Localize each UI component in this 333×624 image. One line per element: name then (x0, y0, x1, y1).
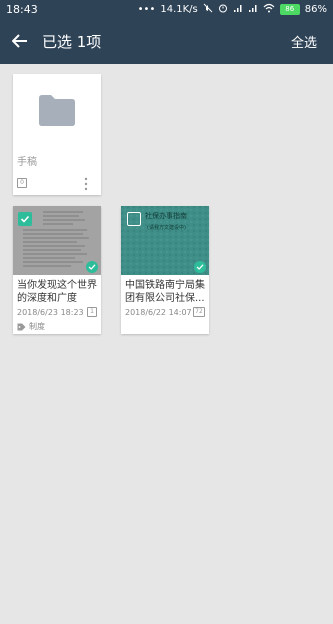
page-title: 已选 1项 (42, 32, 102, 51)
signal-icon (233, 3, 243, 16)
note-tag: 制度 (17, 321, 45, 332)
battery-percent: 86% (304, 3, 327, 15)
status-dots: ••• (137, 3, 156, 15)
mute-icon (203, 3, 213, 16)
note-title: 中国铁路南宁局集团有限公司社保... (125, 280, 205, 304)
alarm-icon (218, 3, 228, 16)
note-page-count-badge: 1 (87, 307, 97, 317)
tag-icon (17, 323, 26, 330)
tag-label: 制度 (29, 322, 45, 331)
network-speed: 14.1K/s (160, 3, 198, 15)
note-page-count-badge: 72 (193, 307, 205, 317)
folder-icon (39, 94, 75, 126)
folder-card[interactable]: 手稿 0 (13, 74, 101, 195)
unselected-checkbox[interactable] (127, 212, 141, 226)
back-arrow-icon[interactable] (0, 18, 40, 64)
note-title: 当你发现这个世界的深度和广度 (17, 280, 97, 304)
app-bar: 已选 1项 全选 (0, 18, 333, 64)
note-date: 2018/6/22 14:07 (125, 308, 192, 317)
cover-title-text: 社保办事指南 (145, 212, 187, 220)
corner-check-icon (194, 261, 206, 273)
selected-checkbox[interactable] (18, 212, 32, 226)
status-bar: 18:43 ••• 14.1K/s 86 86% (0, 0, 333, 18)
folder-thumbnail (13, 74, 101, 146)
signal-icon-2 (248, 3, 258, 16)
folder-count-badge: 0 (17, 178, 27, 188)
battery-icon: 86 (279, 3, 300, 15)
select-all-button[interactable]: 全选 (291, 32, 333, 51)
cover-subtitle-text: (请我方文建设中) (147, 225, 186, 231)
wifi-icon (263, 3, 275, 16)
note-date: 2018/6/23 18:23 (17, 308, 84, 317)
status-time: 18:43 (6, 2, 38, 16)
status-right: ••• 14.1K/s 86 86% (138, 3, 327, 16)
selected-corner-check-icon (86, 261, 98, 273)
folder-title: 手稿 (17, 157, 37, 168)
note-card[interactable]: 当你发现这个世界的深度和广度 2018/6/23 18:23 1 制度 (13, 206, 101, 334)
note-card[interactable]: 社保办事指南 (请我方文建设中) 中国铁路南宁局集团有限公司社保... 2018… (121, 206, 209, 334)
more-options-icon[interactable] (84, 176, 88, 191)
